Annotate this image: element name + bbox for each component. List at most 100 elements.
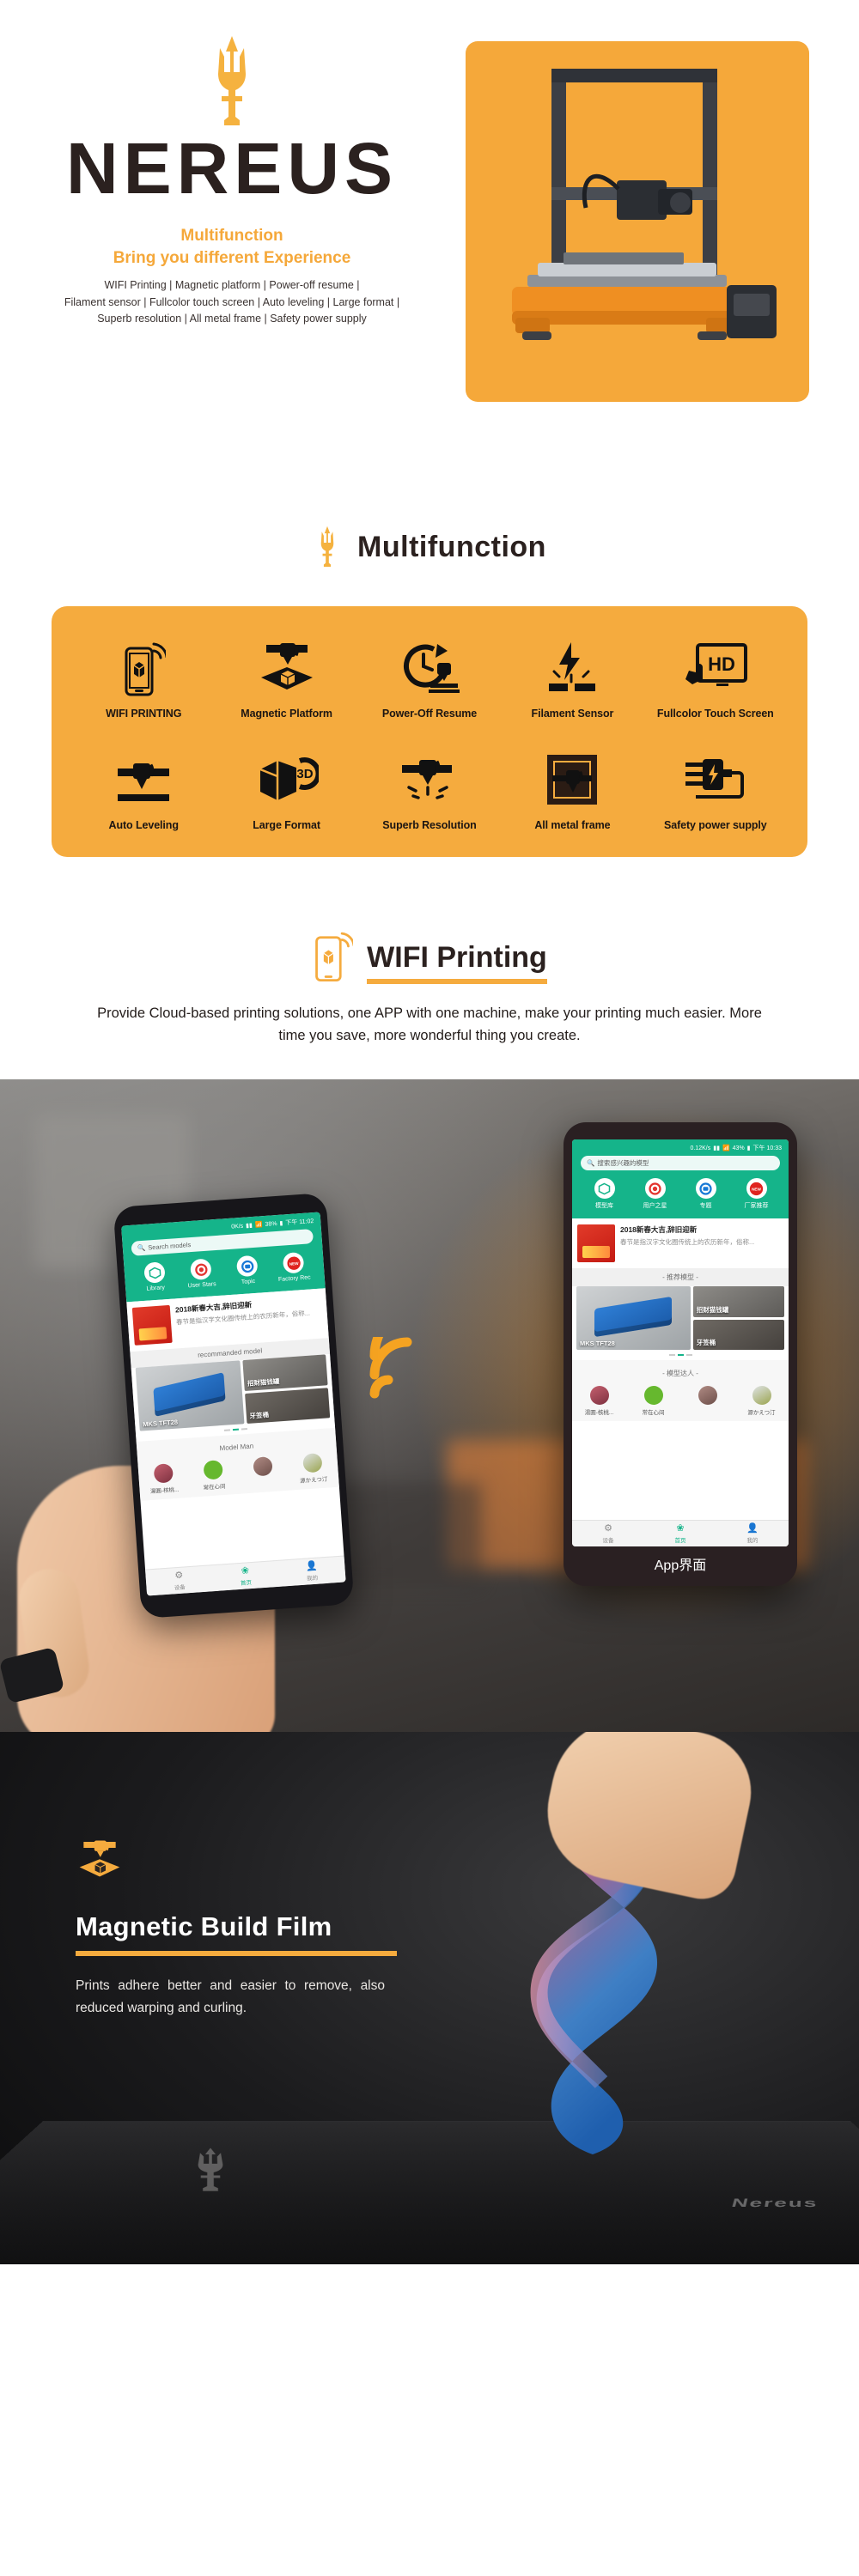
avatar [752,1386,771,1406]
tab-label: 设备 [602,1538,614,1545]
app-header: 0K/s ▮▮ 📶 38% ▮ 下午 11:02 🔍 Search models [121,1212,326,1303]
metal-frame-icon [545,749,599,811]
search-icon: 🔍 [137,1243,146,1253]
feature-all-metal-frame[interactable]: All metal frame [501,749,643,831]
feature-magnetic-platform[interactable]: Magnetic Platform [215,637,357,720]
hero-spec-line3: Superb resolution | All metal frame | Sa… [97,313,367,325]
clock-resume-icon [399,637,460,699]
maker-item[interactable]: 常在心间 [189,1459,239,1492]
maker-item[interactable]: 源かえつ汀 [288,1452,338,1485]
model-tile-b[interactable]: 牙签桶 [244,1387,331,1425]
home-icon: ❀ [241,1565,250,1577]
feature-large-format[interactable]: 3D Large Format [215,749,357,831]
maker-name: 常在心间 [203,1484,226,1492]
tab-home[interactable]: ❀ 首页 [212,1564,280,1589]
quick-action-user-stars[interactable]: User Stars [177,1258,225,1291]
dot-active[interactable] [677,1354,684,1357]
maker-item[interactable]: 源かえつ汀 [735,1386,787,1416]
tab-label: 我的 [306,1575,319,1583]
search-placeholder: 搜索感兴趣的模型 [597,1159,649,1168]
model-tile-label: MKS TFT28 [142,1418,179,1429]
profile-icon: 👤 [305,1560,318,1572]
hero-spec-line2: Filament sensor | Fullcolor touch screen… [64,295,400,308]
feature-label: Superb Resolution [382,819,477,831]
feature-filament-sensor[interactable]: Filament Sensor [501,637,643,720]
maker-name: 源かえつ汀 [747,1410,776,1417]
status-speed: 0.12K/s [690,1145,711,1151]
feature-fullcolor-touch-screen[interactable]: HD Fullcolor Touch Screen [644,637,787,720]
trident-icon [320,526,334,568]
tab-label: 首页 [240,1580,253,1588]
model-tile-a[interactable]: 招财猫钱罐 [242,1354,328,1391]
svg-text:NEW: NEW [752,1187,761,1191]
avatar [203,1460,223,1480]
avatar [643,1386,663,1406]
quick-action-factory-recommend[interactable]: NEW Factory Rec [270,1251,318,1284]
user-stars-icon [190,1258,212,1281]
model-tile-b[interactable]: 牙签桶 [692,1319,784,1351]
bottom-tab-bar: ⚙ 设备 ❀ 首页 👤 我的 [145,1555,346,1596]
model-preview [153,1372,226,1417]
quick-action-library[interactable]: 模型库 [579,1178,630,1210]
search-icon: 🔍 [587,1159,595,1168]
dot[interactable] [241,1428,247,1431]
quick-action-topic[interactable]: 专题 [680,1178,731,1210]
power-supply-icon [682,749,749,811]
tab-profile[interactable]: 👤 我的 [278,1560,346,1584]
tab-profile[interactable]: 👤 我的 [716,1524,789,1545]
model-tile-main[interactable]: MKS TFT28 [135,1360,245,1431]
section-title: WIFI Printing [367,941,547,974]
model-makers: Model Man 湯圓-核桃... 常在心间 源かえつ汀 [136,1427,339,1501]
news-card[interactable]: 2018新春大吉,辞旧迎新 春节是指汉字文化圈传统上的农历新年，俗称... [572,1218,789,1269]
feature-power-off-resume[interactable]: Power-Off Resume [358,637,501,720]
signal-icon: ▮▮ [245,1223,253,1230]
feature-safety-power-supply[interactable]: Safety power supply [644,749,787,831]
model-tile-label: 招财猫钱罐 [247,1376,280,1388]
feature-auto-leveling[interactable]: Auto Leveling [72,749,215,831]
maker-item[interactable]: 湯圓-核桃... [573,1386,624,1416]
maker-item[interactable] [238,1455,288,1489]
maker-item[interactable]: 湯圓-核桃... [139,1462,189,1496]
hero-section: NEREUS Multifunction Bring you different… [0,0,859,481]
quick-action-topic[interactable]: Topic [223,1255,271,1287]
magnetic-film-body: Prints adhere better and easier to remov… [76,1978,385,2015]
quick-action-factory-recommend[interactable]: NEW 厂家推荐 [731,1178,782,1210]
maker-item[interactable]: 常在心间 [627,1386,679,1416]
feature-label: Safety power supply [663,819,767,831]
avatar [153,1463,174,1484]
quick-actions: Library User Stars Topic NEW Factory Rec [129,1251,320,1295]
wifi-waves-icon [369,1337,412,1399]
library-icon [594,1178,615,1200]
dot[interactable] [668,1354,675,1357]
feature-wifi-printing[interactable]: WIFI PRINTING [72,637,215,720]
model-tile-main[interactable]: MKS TFT28 [576,1286,691,1351]
dot-active[interactable] [232,1428,239,1431]
quick-action-label: Library [146,1285,166,1292]
model-makers: - 模型达人 - 湯圓-核桃... 常在心间 源かえつ汀 [572,1360,789,1422]
makers-label: - 模型达人 - [662,1370,698,1378]
quick-action-library[interactable]: Library [131,1261,179,1293]
section-title: Magnetic Build Film [76,1911,332,1942]
model-tile-a[interactable]: 招财猫钱罐 [692,1286,784,1317]
quick-action-user-stars[interactable]: 用户之星 [630,1178,680,1210]
library-icon [143,1261,166,1284]
app-caption: App界面 [654,1558,707,1574]
tab-home[interactable]: ❀ 首页 [644,1524,716,1545]
tab-device[interactable]: ⚙ 设备 [145,1569,213,1593]
dot[interactable] [685,1354,692,1357]
maker-name: 湯圓-核桃... [584,1410,614,1417]
dot[interactable] [223,1429,230,1431]
phone-floating: 0.12K/s ▮▮ 📶 43% ▮ 下午 10:33 🔍 搜索感兴趣的模型 模… [564,1122,797,1587]
carousel-dots[interactable] [572,1350,789,1361]
auto-leveling-icon [111,749,176,811]
magnetic-film-section: Magnetic Build Film Prints adhere better… [0,1732,859,2265]
search-input[interactable]: 🔍 搜索感兴趣的模型 [581,1156,780,1171]
feature-superb-resolution[interactable]: Superb Resolution [358,749,501,831]
maker-item[interactable] [681,1386,733,1416]
battery-icon: ▮ [279,1220,283,1227]
tab-device[interactable]: ⚙ 设备 [572,1524,644,1545]
signal-icon: ▮▮ [713,1145,720,1152]
app-screen-chinese: 0.12K/s ▮▮ 📶 43% ▮ 下午 10:33 🔍 搜索感兴趣的模型 模… [572,1139,789,1547]
tab-label: 设备 [174,1584,186,1592]
avatar [302,1453,323,1473]
